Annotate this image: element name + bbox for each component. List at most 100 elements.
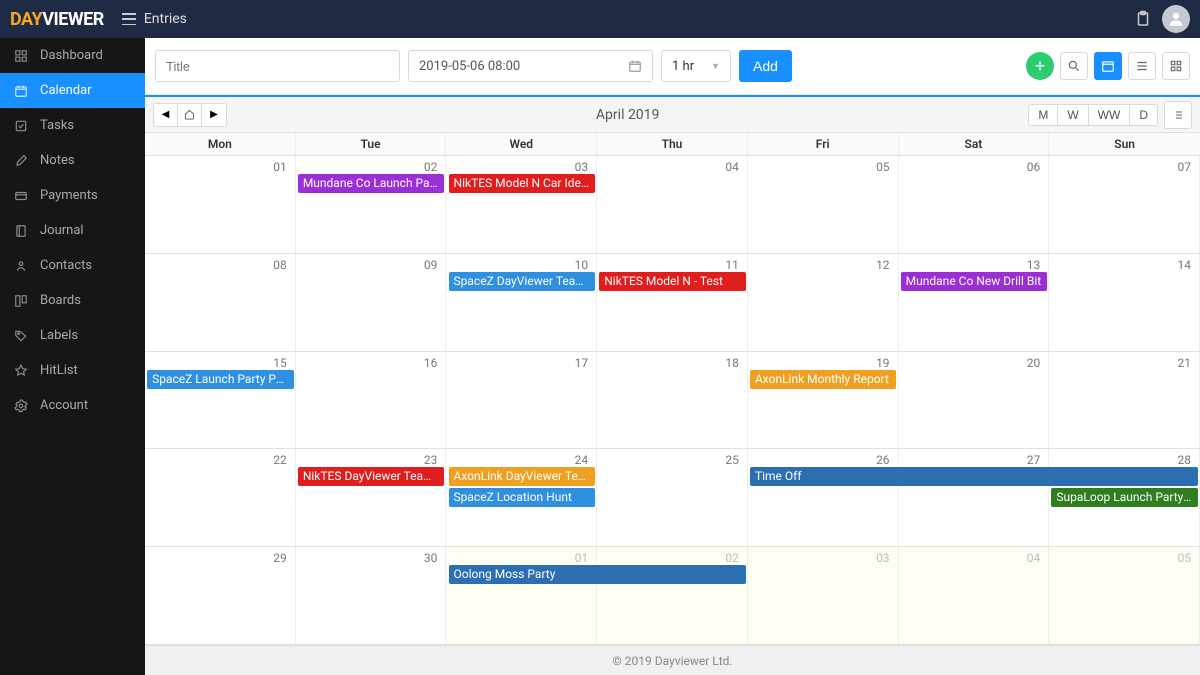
calendar-cell[interactable]: 06 bbox=[899, 156, 1050, 253]
calendar-event[interactable]: Mundane Co Launch Party … bbox=[298, 174, 444, 193]
calendar-icon bbox=[14, 84, 28, 98]
calendar-row: 08 09101112 1314 SpaceZ DayViewer Team Ro…N… bbox=[145, 254, 1200, 352]
calendar-cell[interactable]: 22 bbox=[145, 449, 296, 546]
calendar-cell[interactable]: 02 bbox=[296, 156, 447, 253]
dashboard-icon bbox=[14, 49, 28, 63]
calendar-cell[interactable]: 16 bbox=[296, 352, 447, 449]
sidebar-item-labels[interactable]: Labels bbox=[0, 318, 145, 353]
calendar-event[interactable]: Time Off bbox=[750, 467, 1198, 486]
calendar-cell[interactable]: 08 bbox=[145, 254, 296, 351]
calendar-cell[interactable]: 12 bbox=[748, 254, 899, 351]
calendar-cell[interactable]: 01 bbox=[446, 547, 597, 644]
sidebar-item-payments[interactable]: Payments bbox=[0, 178, 145, 213]
sidebar: DashboardCalendar Tasks Notes Payments Journ… bbox=[0, 38, 145, 675]
calendar-event[interactable]: AxonLink Monthly Report bbox=[750, 370, 896, 389]
calendar-cell[interactable]: 19 bbox=[748, 352, 899, 449]
calendar-cell[interactable]: 02 bbox=[597, 547, 748, 644]
calendar-cell[interactable]: 01 bbox=[145, 156, 296, 253]
calendar-cell[interactable]: 21 bbox=[1049, 352, 1200, 449]
cell-date: 05 bbox=[1053, 549, 1195, 567]
notes-icon bbox=[14, 154, 28, 168]
sidebar-item-label: Tasks bbox=[40, 118, 74, 133]
topnav-entries[interactable]: Entries bbox=[144, 11, 187, 27]
calendar-event[interactable]: NikTES DayViewer Team Room bbox=[298, 467, 444, 486]
calendar-cell[interactable]: 15 bbox=[145, 352, 296, 449]
calendar-cell[interactable]: 27 bbox=[899, 449, 1050, 546]
menu-icon[interactable] bbox=[122, 13, 136, 25]
sidebar-item-label: Notes bbox=[40, 153, 75, 168]
cell-date: 25 bbox=[601, 451, 743, 469]
title-input[interactable] bbox=[155, 50, 400, 82]
calendar-event[interactable]: SpaceZ DayViewer Team Ro… bbox=[449, 272, 595, 291]
cell-date: 30 bbox=[300, 549, 442, 567]
grid-view-button[interactable] bbox=[1162, 52, 1190, 80]
next-button[interactable]: ▶ bbox=[202, 104, 226, 126]
sidebar-item-contacts[interactable]: Contacts bbox=[0, 248, 145, 283]
list-view-button[interactable] bbox=[1128, 52, 1156, 80]
cell-date: 12 bbox=[752, 256, 894, 274]
calendar-cell[interactable]: 05 bbox=[1049, 547, 1200, 644]
cell-date: 29 bbox=[149, 549, 291, 567]
sidebar-item-calendar[interactable]: Calendar bbox=[0, 73, 145, 108]
cell-date: 06 bbox=[903, 158, 1045, 176]
calendar-cell[interactable]: 30 bbox=[296, 547, 447, 644]
list-toggle-button[interactable] bbox=[1164, 101, 1192, 129]
sidebar-item-notes[interactable]: Notes bbox=[0, 143, 145, 178]
calendar-event[interactable]: SpaceZ Launch Party Paym… bbox=[147, 370, 293, 389]
calendar-cell[interactable]: 04 bbox=[597, 156, 748, 253]
view-d-button[interactable]: D bbox=[1130, 105, 1157, 125]
cell-date: 20 bbox=[903, 354, 1045, 372]
sidebar-item-tasks[interactable]: Tasks bbox=[0, 108, 145, 143]
calendar-event[interactable]: AxonLink DayViewer Team … bbox=[449, 467, 595, 486]
sidebar-item-journal[interactable]: Journal bbox=[0, 213, 145, 248]
calendar-event[interactable]: Oolong Moss Party bbox=[449, 565, 746, 584]
calendar-cell[interactable]: 17 bbox=[446, 352, 597, 449]
calendar-cell[interactable]: 23 bbox=[296, 449, 447, 546]
sidebar-item-account[interactable]: Account bbox=[0, 388, 145, 423]
calendar-cell[interactable]: 14 bbox=[1049, 254, 1200, 351]
cell-date: 19 bbox=[752, 354, 894, 372]
sidebar-item-label: Account bbox=[40, 398, 88, 413]
calendar-cell[interactable]: 13 bbox=[899, 254, 1050, 351]
sidebar-item-label: Journal bbox=[40, 223, 84, 238]
add-circle-button[interactable]: + bbox=[1026, 52, 1054, 80]
calendar-cell[interactable]: 07 bbox=[1049, 156, 1200, 253]
calendar-event[interactable]: SpaceZ Location Hunt bbox=[449, 488, 595, 507]
today-button[interactable] bbox=[178, 104, 202, 126]
prev-button[interactable]: ◀ bbox=[154, 104, 178, 126]
calendar-cell[interactable]: 09 bbox=[296, 254, 447, 351]
user-avatar[interactable] bbox=[1162, 5, 1190, 33]
hitlist-icon bbox=[14, 364, 28, 378]
calendar-cell[interactable]: 20 bbox=[899, 352, 1050, 449]
add-button[interactable]: Add bbox=[739, 50, 792, 82]
cell-date: 22 bbox=[149, 451, 291, 469]
sidebar-item-boards[interactable]: Boards bbox=[0, 283, 145, 318]
calendar-event[interactable]: Mundane Co New Drill Bit bbox=[901, 272, 1047, 291]
calendar-cell[interactable]: 25 bbox=[597, 449, 748, 546]
view-m-button[interactable]: M bbox=[1029, 105, 1058, 125]
calendar-event[interactable]: NikTES Model N - Test bbox=[599, 272, 745, 291]
search-button[interactable] bbox=[1060, 52, 1088, 80]
calendar-event[interactable]: SupaLoop Launch Party Pa… bbox=[1051, 488, 1197, 507]
day-header: Fri bbox=[748, 133, 899, 155]
calendar-cell[interactable]: 18 bbox=[597, 352, 748, 449]
calendar-cell[interactable]: 04 bbox=[899, 547, 1050, 644]
calendar-cell[interactable]: 11 bbox=[597, 254, 748, 351]
view-ww-button[interactable]: WW bbox=[1089, 105, 1131, 125]
calendar-view-button[interactable] bbox=[1094, 52, 1122, 80]
calendar-cell[interactable]: 10 bbox=[446, 254, 597, 351]
calendar-event[interactable]: NikTES Model N Car Ideas bbox=[449, 174, 595, 193]
calendar-cell[interactable]: 26 bbox=[748, 449, 899, 546]
clipboard-icon[interactable] bbox=[1134, 10, 1152, 28]
day-header: Tue bbox=[296, 133, 447, 155]
calendar-cell[interactable]: 03 bbox=[446, 156, 597, 253]
calendar-cell[interactable]: 29 bbox=[145, 547, 296, 644]
calendar-cell[interactable]: 03 bbox=[748, 547, 899, 644]
cell-date: 08 bbox=[149, 256, 291, 274]
view-w-button[interactable]: W bbox=[1058, 105, 1088, 125]
duration-select[interactable]: 1 hr▼ bbox=[661, 50, 731, 82]
sidebar-item-hitlist[interactable]: HitList bbox=[0, 353, 145, 388]
calendar-cell[interactable]: 05 bbox=[748, 156, 899, 253]
sidebar-item-dashboard[interactable]: Dashboard bbox=[0, 38, 145, 73]
datetime-input[interactable]: 2019-05-06 08:00 bbox=[408, 50, 653, 82]
